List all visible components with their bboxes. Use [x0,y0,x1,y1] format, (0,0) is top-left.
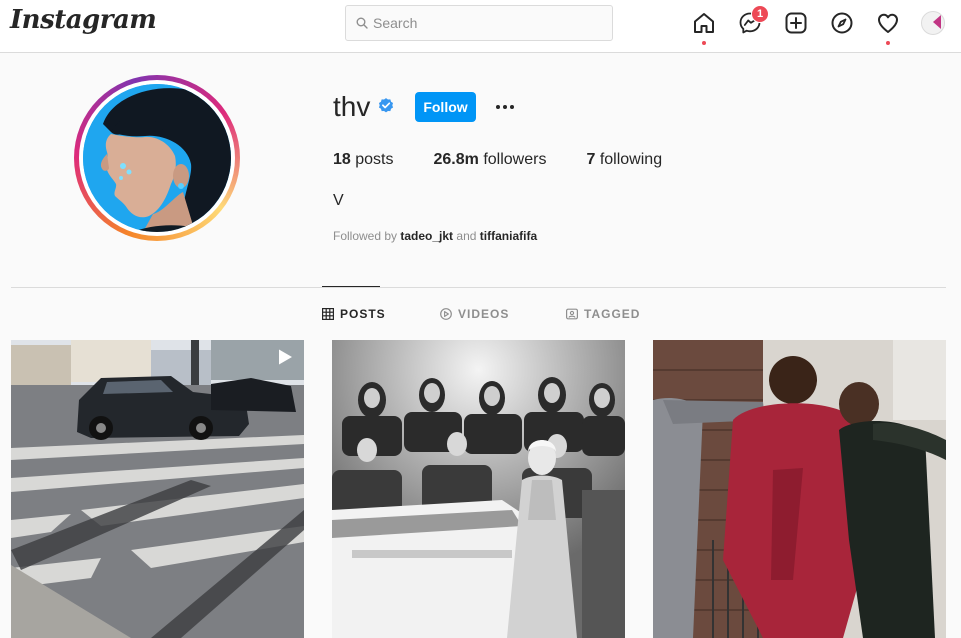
profile-avatar-button[interactable] [921,11,945,35]
search-input[interactable] [373,15,593,31]
messenger-button[interactable]: 1 [738,5,769,35]
more-dots-icon [496,105,500,109]
search-box[interactable] [345,5,613,41]
tab-tagged-label: TAGGED [584,307,641,321]
tab-videos[interactable]: VIDEOS [440,307,509,321]
video-post-icon [279,349,292,365]
tab-videos-label: VIDEOS [458,307,510,321]
followed-by-user-link[interactable]: tiffaniafifa [480,229,537,243]
more-options-button[interactable] [493,96,517,118]
story-ring[interactable] [74,75,240,241]
following-count: 7 [586,151,596,168]
search-icon [356,17,368,29]
home-button[interactable] [692,11,716,45]
grid-icon [322,308,334,320]
instagram-logo[interactable]: Instagram [10,5,157,35]
posts-stat: 18 posts [333,151,394,169]
verified-badge-icon [378,98,394,113]
top-nav: Instagram 1 [0,0,961,53]
following-stat[interactable]: 7 following [586,151,662,169]
compass-icon [831,12,853,34]
tabs-divider [11,287,946,288]
follow-button[interactable]: Follow [415,92,476,122]
profile-full-name: V [333,192,344,209]
tab-posts-label: POSTS [340,307,386,321]
messenger-badge: 1 [751,5,769,23]
activity-notification-dot [886,41,890,45]
post-thumbnail-street[interactable] [11,340,304,638]
play-circle-icon [440,308,452,320]
tab-posts[interactable]: POSTS [322,307,386,321]
following-label: following [599,151,663,168]
profile-username: thv [333,91,371,122]
activity-button[interactable] [876,11,900,45]
home-icon [694,13,714,33]
new-post-button[interactable] [784,11,808,35]
profile-picture [83,84,231,232]
heart-icon [878,13,898,33]
posts-count: 18 [333,151,351,168]
active-tab-indicator [322,286,380,287]
tab-tagged[interactable]: TAGGED [566,307,640,321]
posts-label: posts [355,151,394,168]
post-thumbnail-red-suit[interactable] [653,340,946,638]
followers-label: followers [483,151,547,168]
home-notification-dot [702,41,706,45]
followers-count: 26.8m [433,151,479,168]
followed-by-user-link[interactable]: tadeo_jkt [400,229,453,243]
profile-stats: 18 posts 26.8m followers 7 following [333,151,702,169]
plus-square-icon [785,12,807,34]
explore-button[interactable] [830,11,854,35]
post-thumbnail-orchestra[interactable] [332,340,625,638]
tag-person-icon [566,308,578,320]
followed-by-text: Followed by tadeo_jkt and tiffaniafifa [333,229,538,243]
followers-stat[interactable]: 26.8m followers [434,151,547,169]
